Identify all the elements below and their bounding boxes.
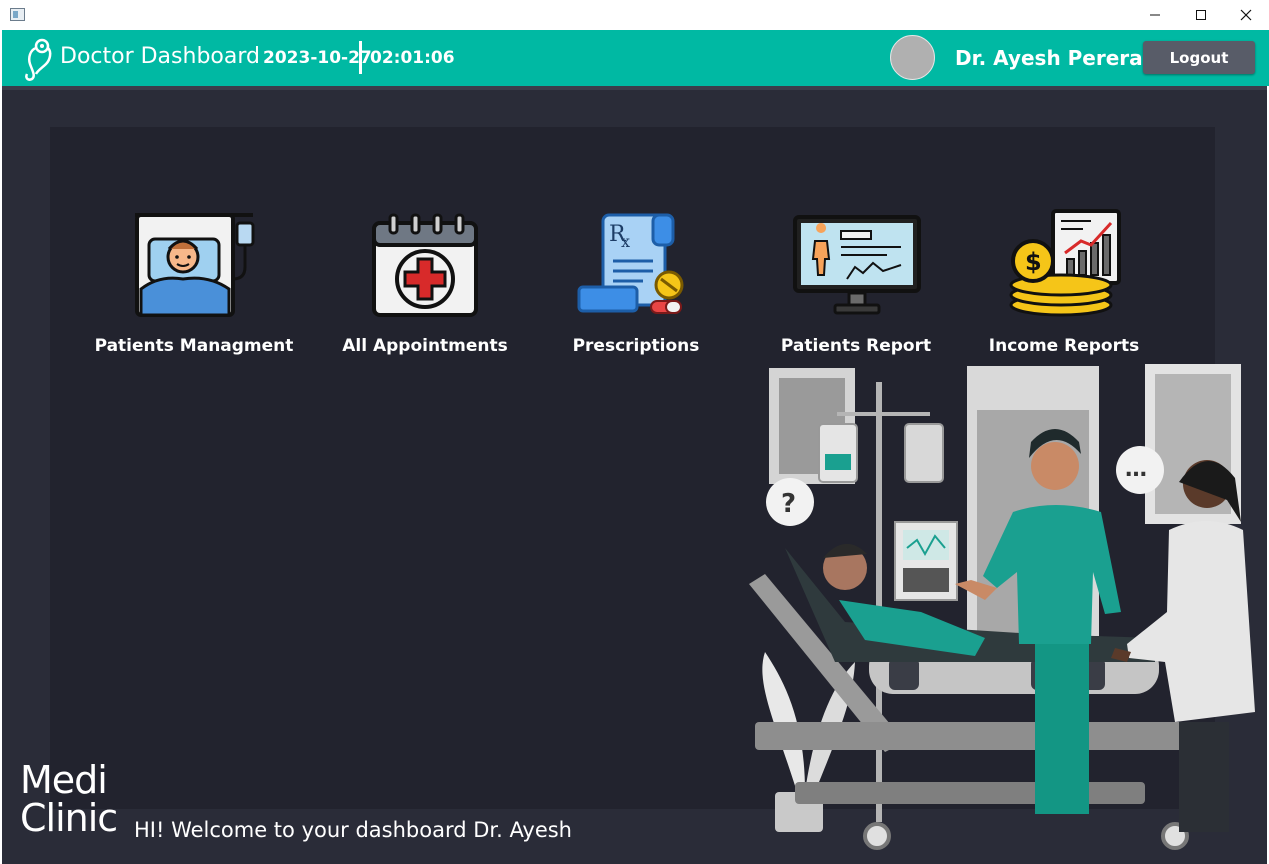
mediclinic-logo: Medi Clinic bbox=[20, 758, 118, 840]
hospital-illustration: ? … bbox=[749, 364, 1255, 850]
menu-label: Prescriptions bbox=[572, 336, 700, 356]
app-window-icon bbox=[10, 8, 25, 21]
current-date: 2023-10-27 bbox=[263, 48, 372, 68]
current-time: 02:01:06 bbox=[370, 48, 455, 68]
close-button[interactable] bbox=[1223, 0, 1269, 30]
income-chart-icon: $ bbox=[1009, 209, 1121, 317]
minimize-button[interactable] bbox=[1132, 0, 1178, 30]
date-time-divider bbox=[359, 41, 362, 74]
close-icon bbox=[1240, 9, 1252, 21]
menu-label: All Appointments bbox=[342, 336, 508, 356]
svg-text:…: … bbox=[1125, 457, 1147, 482]
stethoscope-icon bbox=[25, 38, 52, 81]
menu-label: Patients Report bbox=[780, 336, 932, 356]
menu-patients-report[interactable]: Patients Report bbox=[756, 209, 956, 369]
monitor-report-icon bbox=[793, 215, 921, 315]
logo-line-2: Clinic bbox=[20, 796, 118, 840]
menu-label: Patients Managment bbox=[94, 336, 294, 356]
svg-text:$: $ bbox=[1025, 248, 1042, 276]
user-name: Dr. Ayesh Perera bbox=[955, 46, 1143, 70]
welcome-message: HI! Welcome to your dashboard Dr. Ayesh bbox=[134, 818, 572, 842]
prescription-icon: R x bbox=[577, 213, 684, 314]
minimize-icon bbox=[1150, 14, 1160, 16]
logout-button[interactable]: Logout bbox=[1143, 41, 1255, 74]
menu-patients-management[interactable]: Patients Managment bbox=[94, 209, 294, 369]
maximize-icon bbox=[1196, 10, 1206, 20]
svg-text:x: x bbox=[621, 232, 630, 251]
svg-text:?: ? bbox=[781, 489, 796, 519]
menu-all-appointments[interactable]: All Appointments bbox=[325, 209, 525, 369]
calendar-medical-icon bbox=[372, 213, 478, 317]
window-titlebar bbox=[0, 0, 1269, 30]
patient-bed-icon bbox=[135, 213, 255, 317]
maximize-button[interactable] bbox=[1178, 0, 1224, 30]
app-title: Doctor Dashboard bbox=[60, 44, 260, 69]
menu-label: Income Reports bbox=[988, 336, 1140, 356]
menu-prescriptions[interactable]: R x Prescriptions bbox=[536, 209, 736, 369]
app-header: Doctor Dashboard 2023-10-27 02:01:06 Dr.… bbox=[2, 30, 1269, 86]
user-avatar[interactable] bbox=[890, 35, 935, 80]
menu-income-reports[interactable]: $ Income Reports bbox=[964, 209, 1164, 369]
logo-line-1: Medi bbox=[20, 758, 108, 802]
